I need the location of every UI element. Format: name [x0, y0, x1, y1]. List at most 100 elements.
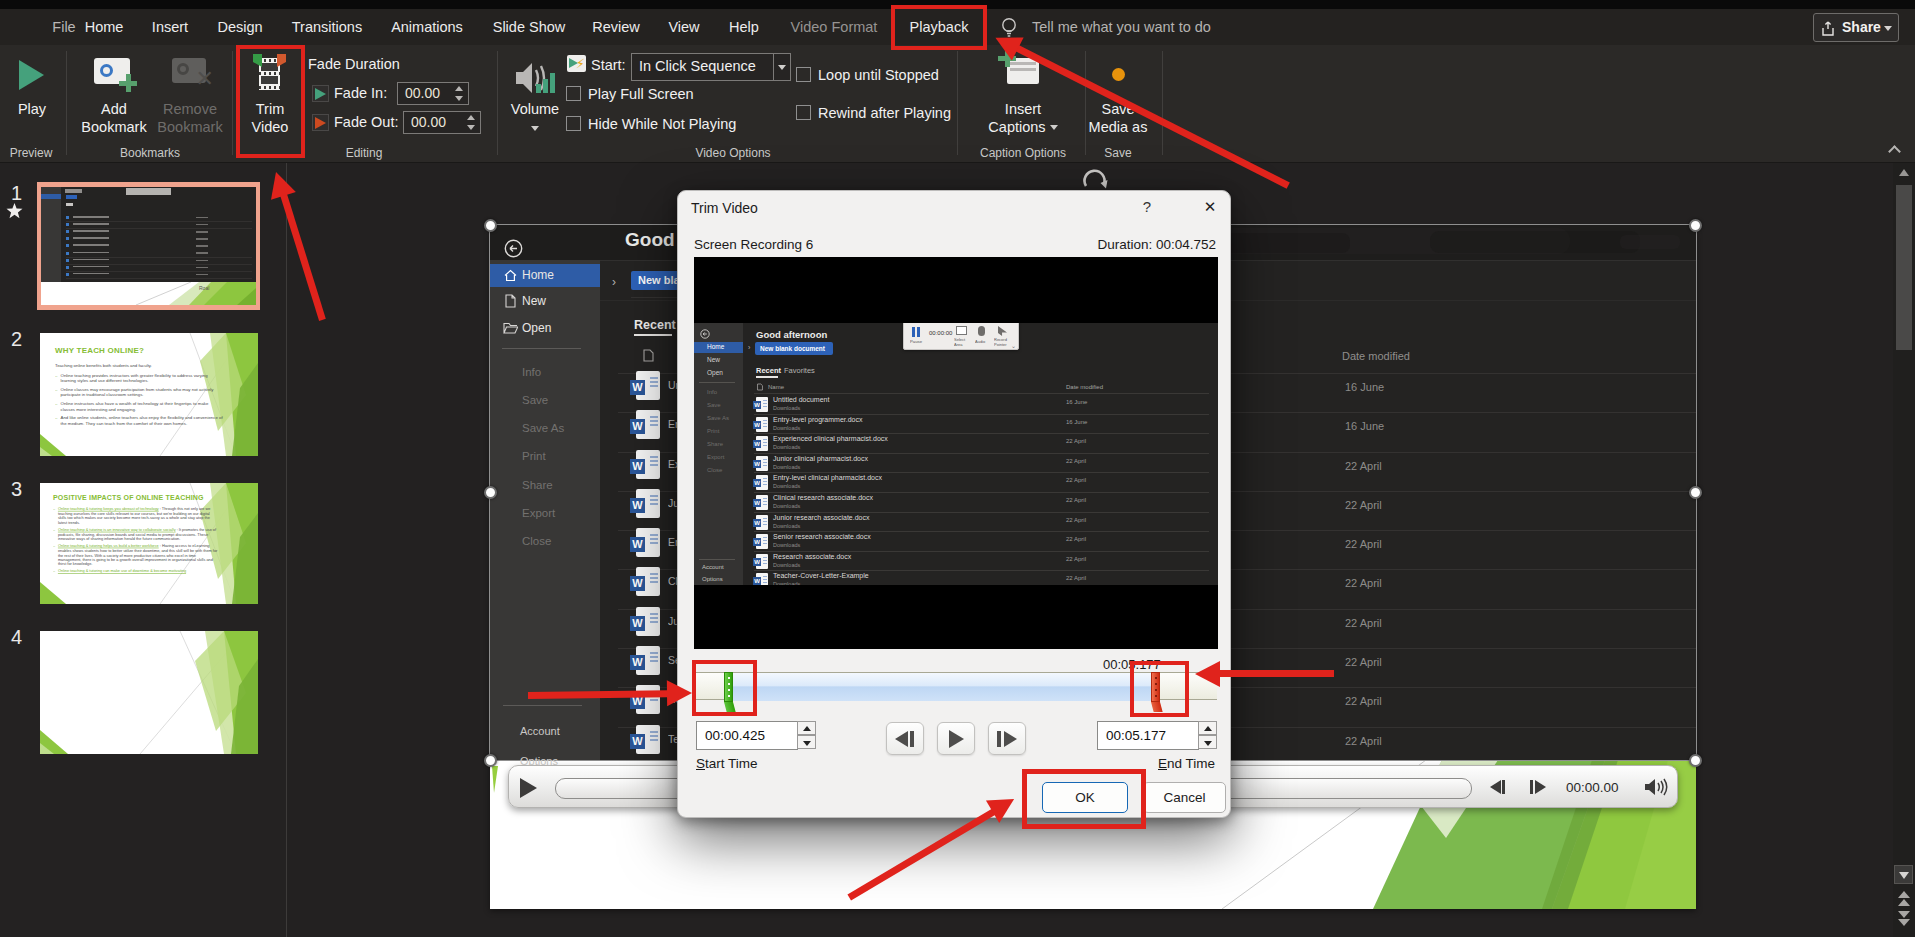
preview-tab-recent: Recent: [756, 366, 781, 375]
file-date: 22 April: [1345, 617, 1382, 629]
start-label: Start:: [591, 57, 626, 73]
playbar-step-forward-icon[interactable]: [1530, 779, 1546, 795]
start-time-input[interactable]: 00:00.425: [696, 721, 798, 750]
annotation-box-start-marker: [692, 660, 757, 716]
tab-insert[interactable]: Insert: [146, 9, 194, 45]
share-icon: [1821, 20, 1838, 37]
scrollbar-down-button[interactable]: [1894, 865, 1913, 884]
slide-thumbnail-1[interactable]: Roal: [37, 182, 260, 310]
preview-nav-open: Open: [707, 369, 723, 376]
tab-transitions[interactable]: Transitions: [285, 9, 369, 45]
remove-bookmark-icon: ✕: [172, 58, 206, 83]
file-word-icon: W: [636, 725, 660, 754]
slide-thumbnail-3[interactable]: POSITIVE IMPACTS OF ONLINE TEACHING –Onl…: [40, 483, 258, 604]
video-handle-bottom-left[interactable]: [484, 754, 497, 767]
next-slide-button[interactable]: [1898, 911, 1910, 925]
rewind-after-playing-checkbox[interactable]: [796, 105, 811, 120]
hide-while-not-playing-label: Hide While Not Playing: [588, 116, 736, 132]
tab-video-format[interactable]: Video Format: [786, 9, 882, 45]
end-time-spinner[interactable]: [1198, 721, 1218, 750]
previous-slide-button[interactable]: [1898, 891, 1910, 905]
hide-while-not-playing-checkbox[interactable]: [566, 116, 581, 131]
add-bookmark-button[interactable]: Add Bookmark: [76, 50, 152, 142]
fade-out-icon: [312, 114, 329, 131]
dialog-media-name: Screen Recording 6: [694, 237, 813, 252]
dialog-video-preview: Home New Open Info Save Save As Print Sh…: [694, 257, 1218, 649]
tab-animations[interactable]: Animations: [386, 9, 468, 45]
play-frame-button[interactable]: [937, 722, 975, 755]
word-nav-open: Open: [490, 318, 600, 340]
word-greeting: Good afternoon: [625, 229, 680, 251]
remove-bookmark-button[interactable]: ✕ Remove Bookmark: [152, 50, 228, 142]
video-handle-top-right[interactable]: [1689, 219, 1702, 232]
vertical-scrollbar[interactable]: [1893, 163, 1915, 937]
loop-until-stopped-checkbox[interactable]: [796, 67, 811, 82]
fade-in-icon: [312, 85, 329, 102]
trim-video-dialog: Trim Video ? ✕ Screen Recording 6 Durati…: [677, 190, 1231, 818]
end-time-input[interactable]: 00:05.177: [1097, 721, 1199, 750]
play-preview-icon: [19, 60, 44, 90]
word-nav-close: Close: [522, 535, 551, 547]
fade-out-spinner[interactable]: [467, 113, 477, 132]
word-nav-export: Export: [522, 507, 555, 519]
file-date: 22 April: [1345, 538, 1382, 550]
preview-nav-options: Options: [702, 576, 723, 582]
file-date: 22 April: [1345, 499, 1382, 511]
tab-slide-show[interactable]: Slide Show: [487, 9, 571, 45]
word-tab-recent: Recent: [634, 318, 676, 332]
add-bookmark-icon: [94, 58, 130, 84]
file-word-icon: W: [636, 450, 660, 479]
start-dropdown[interactable]: In Click Sequence: [631, 53, 791, 81]
playbar-time: 00:00.00: [1566, 780, 1619, 795]
dialog-help-button[interactable]: ?: [1136, 198, 1158, 220]
word-nav-save: Save: [522, 394, 548, 406]
tab-help[interactable]: Help: [722, 9, 766, 45]
fade-out-input[interactable]: 00.00: [403, 111, 481, 134]
video-handle-bottom-right[interactable]: [1689, 754, 1702, 767]
dialog-title: Trim Video: [691, 200, 758, 216]
recorder-toolbar: Pause 00:00:00 SelectArea Audio RecordPo…: [903, 323, 1019, 350]
slide-1-animation-star-icon[interactable]: [6, 203, 23, 219]
scrollbar-thumb[interactable]: [1896, 185, 1912, 350]
video-handle-mid-right[interactable]: [1689, 486, 1702, 499]
start-time-spinner[interactable]: [797, 721, 817, 750]
tab-home[interactable]: Home: [79, 9, 129, 45]
video-handle-top-left[interactable]: [484, 219, 497, 232]
tab-design[interactable]: Design: [212, 9, 268, 45]
fade-out-label: Fade Out:: [334, 114, 398, 130]
word-name-col-icon: [643, 349, 654, 362]
tell-me-box[interactable]: Tell me what you want to do: [1032, 9, 1211, 45]
fade-in-spinner[interactable]: [455, 84, 465, 103]
slide-thumbnail-2[interactable]: WHY TEACH ONLINE? Teaching online benefi…: [40, 333, 258, 456]
file-date: 22 April: [1345, 695, 1382, 707]
end-time-label: End Time: [1158, 756, 1215, 771]
volume-button[interactable]: Volume: [506, 50, 564, 142]
preview-col-name: Name: [768, 384, 784, 390]
playbar-step-back-icon[interactable]: [1490, 779, 1506, 795]
word-nav-home: Home: [490, 264, 600, 287]
dialog-close-button[interactable]: ✕: [1199, 198, 1221, 220]
tab-file[interactable]: File: [44, 9, 84, 45]
tab-review[interactable]: Review: [588, 9, 644, 45]
next-frame-button[interactable]: [988, 722, 1026, 755]
previous-frame-button[interactable]: [886, 722, 924, 755]
scrollbar-up-icon[interactable]: [1899, 169, 1909, 176]
svg-text:Roal: Roal: [199, 285, 209, 291]
file-word-icon: W: [636, 646, 660, 675]
slide-4-number: 4: [11, 626, 22, 649]
start-dropdown-chevron-icon[interactable]: [773, 54, 790, 80]
play-button[interactable]: Play: [6, 50, 58, 142]
rewind-after-playing-label: Rewind after Playing: [818, 105, 951, 121]
panel-divider: [286, 163, 287, 937]
collapse-ribbon-icon[interactable]: [1890, 147, 1902, 155]
play-full-screen-checkbox[interactable]: [566, 86, 581, 101]
playbar-play-button[interactable]: [520, 778, 537, 798]
video-handle-mid-left[interactable]: [484, 486, 497, 499]
cancel-button[interactable]: Cancel: [1143, 782, 1226, 813]
tab-view[interactable]: View: [661, 9, 707, 45]
slide-thumbnail-4[interactable]: [40, 631, 258, 754]
fade-in-input[interactable]: 00.00: [397, 82, 469, 105]
share-button[interactable]: Share: [1813, 13, 1899, 42]
playbar-volume-icon[interactable]: [1644, 777, 1668, 797]
file-word-icon: W: [636, 410, 660, 439]
